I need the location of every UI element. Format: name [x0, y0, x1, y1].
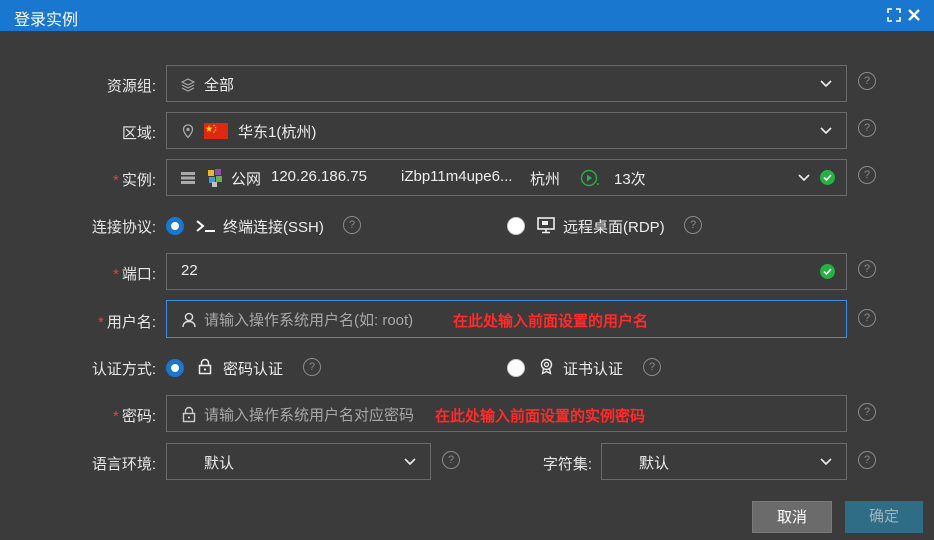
username-input[interactable]: 请输入操作系统用户名(如: root) 在此处输入前面设置的用户名 [166, 300, 847, 338]
port-value: 22 [181, 262, 198, 279]
help-icon[interactable]: ? [858, 260, 876, 278]
chevron-down-icon [798, 174, 810, 182]
valid-check-icon [820, 170, 835, 185]
password-label-text: 密码: [121, 408, 156, 425]
instance-login-count: 13次 [614, 171, 646, 188]
help-icon[interactable]: ? [858, 451, 876, 469]
password-placeholder: 请输入操作系统用户名对应密码 [204, 407, 415, 424]
close-icon[interactable] [904, 4, 924, 26]
resource-group-value: 全部 [204, 77, 235, 94]
title-bar: 登录实例 [0, 0, 934, 31]
instance-id: iZbp11m4upe6... [401, 168, 513, 185]
instance-label: * 实例: [6, 169, 156, 190]
lock-icon [182, 406, 196, 423]
maximize-icon[interactable] [884, 4, 904, 26]
ssh-radio[interactable] [166, 217, 184, 235]
auth-label: 认证方式: [91, 361, 156, 378]
region-value: 华东1(杭州) [238, 124, 317, 141]
cancel-button[interactable]: 取消 [752, 501, 832, 533]
instance-label-text: 实例: [121, 172, 156, 189]
layers-icon [181, 78, 195, 92]
login-instance-dialog: 登录实例 资源组: 全部 ? 区域: 华东1(杭州) ? * 实例: 公网 120… [0, 0, 934, 540]
help-icon[interactable]: ? [858, 403, 876, 421]
port-input[interactable]: 22 [166, 253, 847, 290]
locale-value: 默认 [204, 455, 235, 472]
help-icon[interactable]: ? [858, 72, 876, 90]
locale-select[interactable]: 默认 [166, 443, 431, 480]
instance-network: 公网 [231, 171, 262, 188]
chevron-down-icon [820, 127, 832, 135]
china-flag-icon [204, 123, 228, 139]
rdp-option-label[interactable]: 远程桌面(RDP) [563, 216, 665, 237]
help-icon[interactable]: ? [858, 166, 876, 184]
username-annotation: 在此处输入前面设置的用户名 [453, 313, 649, 330]
password-auth-radio[interactable] [166, 359, 184, 377]
required-mark: * [112, 172, 119, 189]
locale-label: 语言环境: [91, 456, 156, 473]
username-placeholder: 请输入操作系统用户名(如: root) [204, 312, 414, 329]
port-label-text: 端口: [121, 266, 156, 283]
required-mark: * [97, 314, 104, 331]
lock-icon [198, 358, 212, 375]
required-mark: * [112, 266, 119, 283]
password-input[interactable]: 请输入操作系统用户名对应密码 在此处输入前面设置的实例密码 [166, 395, 847, 432]
charset-value: 默认 [639, 455, 670, 472]
instance-city: 杭州 [530, 171, 561, 188]
resource-group-label: 资源组: [106, 78, 156, 95]
certificate-icon [540, 358, 553, 375]
dialog-title: 登录实例 [14, 12, 79, 29]
help-icon[interactable]: ? [643, 358, 661, 376]
cert-auth-label[interactable]: 证书认证 [563, 358, 623, 379]
region-label: 区域: [121, 125, 156, 142]
username-label: * 用户名: [6, 311, 156, 332]
os-logo-icon [208, 169, 222, 187]
user-icon [182, 312, 196, 328]
remote-desktop-icon [537, 217, 555, 234]
terminal-icon [196, 220, 215, 232]
help-icon[interactable]: ? [684, 216, 702, 234]
chevron-down-icon [820, 80, 832, 88]
charset-select[interactable]: 默认 [601, 443, 847, 480]
help-icon[interactable]: ? [343, 216, 361, 234]
username-label-text: 用户名: [106, 314, 156, 331]
location-pin-icon [182, 124, 194, 139]
help-icon[interactable]: ? [858, 119, 876, 137]
rdp-radio[interactable] [507, 217, 525, 235]
help-icon[interactable]: ? [858, 309, 876, 327]
chevron-down-icon [820, 458, 832, 466]
required-mark: * [112, 408, 119, 425]
instance-ip: 120.26.186.75 [271, 168, 367, 185]
chevron-down-icon [404, 458, 416, 466]
valid-check-icon [820, 264, 835, 279]
running-status-icon [580, 169, 599, 187]
help-icon[interactable]: ? [303, 358, 321, 376]
port-label: * 端口: [6, 263, 156, 284]
server-icon [181, 172, 195, 184]
instance-select[interactable]: 公网 120.26.186.75 iZbp11m4upe6... 杭州 13次 [166, 159, 847, 196]
password-label: * 密码: [6, 405, 156, 426]
protocol-label: 连接协议: [91, 219, 156, 236]
charset-label: 字符集: [542, 456, 592, 473]
cert-auth-radio[interactable] [507, 359, 525, 377]
resource-group-select[interactable]: 全部 [166, 65, 847, 102]
password-auth-label[interactable]: 密码认证 [223, 358, 283, 379]
confirm-button[interactable]: 确定 [845, 501, 923, 533]
ssh-option-label[interactable]: 终端连接(SSH) [223, 216, 324, 237]
password-annotation: 在此处输入前面设置的实例密码 [435, 408, 646, 425]
region-select[interactable]: 华东1(杭州) [166, 112, 847, 149]
